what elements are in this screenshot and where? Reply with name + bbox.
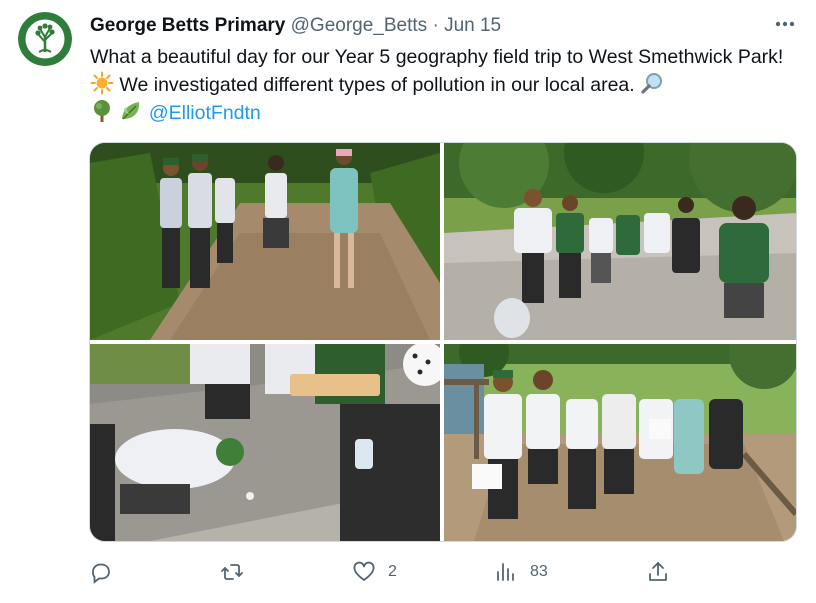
leaf-emoji bbox=[122, 102, 140, 120]
reply-button[interactable] bbox=[89, 556, 113, 588]
views-button[interactable]: 83 bbox=[494, 556, 548, 588]
views-icon bbox=[497, 563, 514, 581]
photo-pupils-on-woodland-path[interactable] bbox=[90, 143, 440, 340]
magnifying-glass-emoji bbox=[641, 73, 663, 94]
photo-group-on-boardwalk[interactable] bbox=[444, 344, 796, 541]
more-icon bbox=[775, 21, 795, 27]
school-logo bbox=[18, 12, 72, 66]
author-name[interactable]: George Betts Primary bbox=[90, 15, 285, 36]
tree-emoji bbox=[94, 100, 110, 122]
share-icon bbox=[649, 562, 667, 581]
tweet-date[interactable]: Jun 15 bbox=[444, 15, 501, 36]
share-button[interactable] bbox=[646, 556, 670, 588]
tweet-text-part2: We investigated different types of pollu… bbox=[119, 74, 635, 96]
photo-pupils-collecting-samples[interactable] bbox=[90, 344, 440, 541]
heart-icon bbox=[353, 561, 375, 581]
sun-emoji bbox=[90, 71, 114, 95]
tweet-text: What a beautiful day for our Year 5 geog… bbox=[90, 44, 802, 127]
tweet[interactable]: George Betts Primary @George_Betts · Jun… bbox=[0, 0, 816, 603]
reply-icon bbox=[92, 563, 110, 584]
more-options-button[interactable] bbox=[770, 12, 800, 36]
photo-group-by-park-path[interactable] bbox=[444, 143, 796, 340]
views-count: 83 bbox=[530, 563, 548, 580]
retweet-button[interactable] bbox=[220, 556, 244, 588]
tweet-text-part1: What a beautiful day for our Year 5 geog… bbox=[90, 46, 784, 68]
avatar[interactable] bbox=[18, 12, 72, 66]
retweet-icon bbox=[221, 564, 243, 580]
media-grid bbox=[89, 142, 797, 542]
tweet-header: George Betts Primary @George_Betts · Jun… bbox=[90, 14, 501, 38]
like-button[interactable]: 2 bbox=[352, 556, 397, 588]
separator-dot: · bbox=[432, 15, 439, 36]
tweet-actions: 2 83 bbox=[0, 556, 816, 588]
author-handle[interactable]: @George_Betts bbox=[291, 15, 428, 36]
like-count: 2 bbox=[388, 563, 397, 580]
mention-link[interactable]: @ElliotFndtn bbox=[149, 102, 261, 124]
